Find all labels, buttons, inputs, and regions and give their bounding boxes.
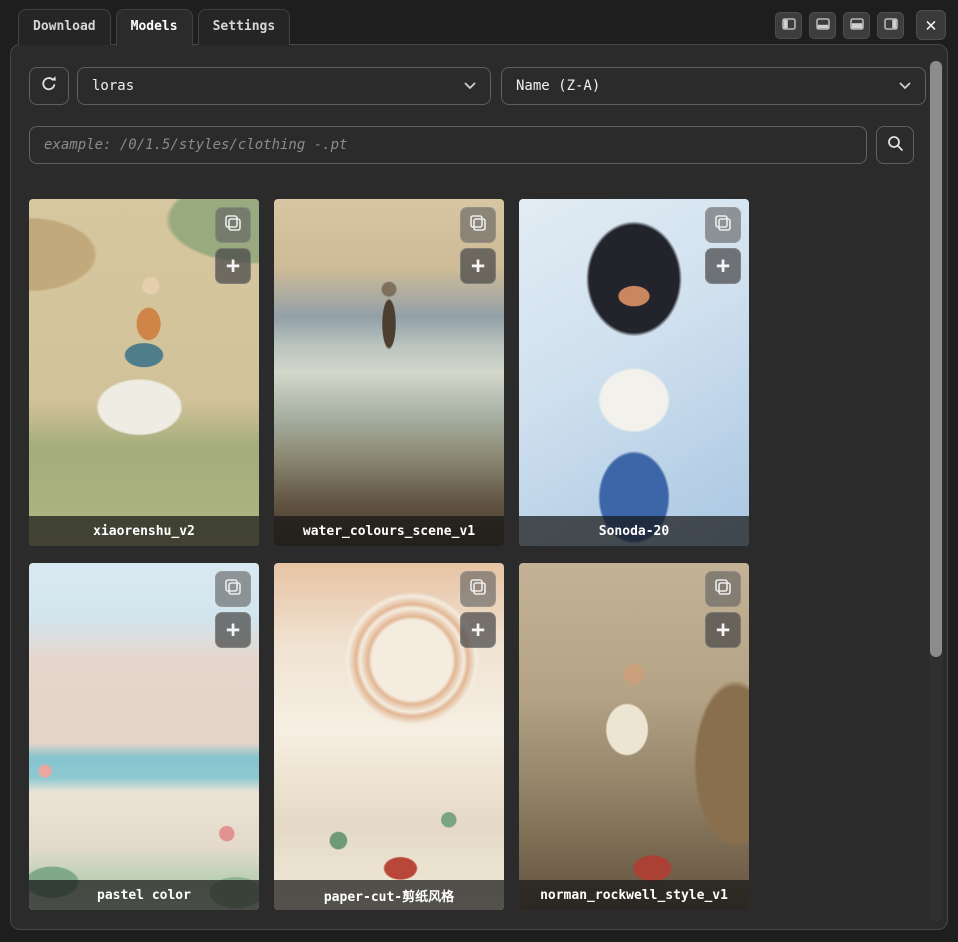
model-card[interactable]: + paper-cut-剪纸风格 <box>274 563 504 910</box>
plus-icon: + <box>226 617 240 643</box>
copy-icon <box>713 577 733 601</box>
copy-button[interactable] <box>215 207 251 243</box>
close-button[interactable]: ✕ <box>916 10 946 40</box>
model-card[interactable]: + pastel color <box>29 563 259 910</box>
copy-button[interactable] <box>460 571 496 607</box>
layout-bottom-large-button[interactable] <box>843 12 870 39</box>
model-name-label: xiaorenshu_v2 <box>29 516 259 546</box>
model-name-label: Sonoda-20 <box>519 516 749 546</box>
sort-select[interactable]: Name (Z-A) <box>501 67 926 105</box>
search-input[interactable] <box>29 126 867 164</box>
model-name-label: pastel color <box>29 880 259 910</box>
copy-button[interactable] <box>215 571 251 607</box>
scrollbar-thumb[interactable] <box>930 61 942 657</box>
sort-value: Name (Z-A) <box>516 78 899 94</box>
chevron-down-icon <box>464 78 476 94</box>
tab-download[interactable]: Download <box>18 9 111 45</box>
copy-button[interactable] <box>705 571 741 607</box>
plus-icon: + <box>471 253 485 279</box>
copy-icon <box>223 213 243 237</box>
model-card[interactable]: + Sonoda-20 <box>519 199 749 546</box>
add-button[interactable]: + <box>705 248 741 284</box>
plus-icon: + <box>716 617 730 643</box>
add-button[interactable]: + <box>705 612 741 648</box>
model-type-select[interactable]: loras <box>77 67 491 105</box>
plus-icon: + <box>471 617 485 643</box>
layout-bottom-button[interactable] <box>809 12 836 39</box>
model-grid: + xiaorenshu_v2 + water_colours_scene_v1 <box>29 199 749 910</box>
model-name-label: paper-cut-剪纸风格 <box>274 880 504 910</box>
copy-icon <box>713 213 733 237</box>
tab-models[interactable]: Models <box>116 9 193 46</box>
model-type-value: loras <box>92 78 464 94</box>
search-button[interactable] <box>876 126 914 164</box>
tab-settings[interactable]: Settings <box>198 9 291 45</box>
models-panel: loras Name (Z-A) + xiaore <box>10 44 948 930</box>
chevron-down-icon <box>899 78 911 94</box>
scrollbar[interactable] <box>929 59 943 921</box>
plus-icon: + <box>226 253 240 279</box>
model-card[interactable]: + xiaorenshu_v2 <box>29 199 259 546</box>
model-card[interactable]: + norman_rockwell_style_v1 <box>519 563 749 910</box>
copy-button[interactable] <box>705 207 741 243</box>
add-button[interactable]: + <box>215 248 251 284</box>
model-card[interactable]: + water_colours_scene_v1 <box>274 199 504 546</box>
layout-right-button[interactable] <box>877 12 904 39</box>
refresh-button[interactable] <box>29 67 69 105</box>
panel-bottom-large-icon <box>849 16 865 36</box>
add-button[interactable]: + <box>460 612 496 648</box>
plus-icon: + <box>716 253 730 279</box>
copy-icon <box>468 213 488 237</box>
copy-button[interactable] <box>460 207 496 243</box>
add-button[interactable]: + <box>460 248 496 284</box>
panel-left-icon <box>781 16 797 36</box>
search-icon <box>886 134 904 156</box>
panel-bottom-icon <box>815 16 831 36</box>
copy-icon <box>223 577 243 601</box>
window-layout-buttons <box>775 12 904 39</box>
add-button[interactable]: + <box>215 612 251 648</box>
model-name-label: norman_rockwell_style_v1 <box>519 880 749 910</box>
layout-left-button[interactable] <box>775 12 802 39</box>
tab-bar: Download Models Settings <box>18 9 290 46</box>
copy-icon <box>468 577 488 601</box>
model-name-label: water_colours_scene_v1 <box>274 516 504 546</box>
refresh-icon <box>39 74 59 98</box>
panel-right-icon <box>883 16 899 36</box>
close-icon: ✕ <box>925 14 936 36</box>
